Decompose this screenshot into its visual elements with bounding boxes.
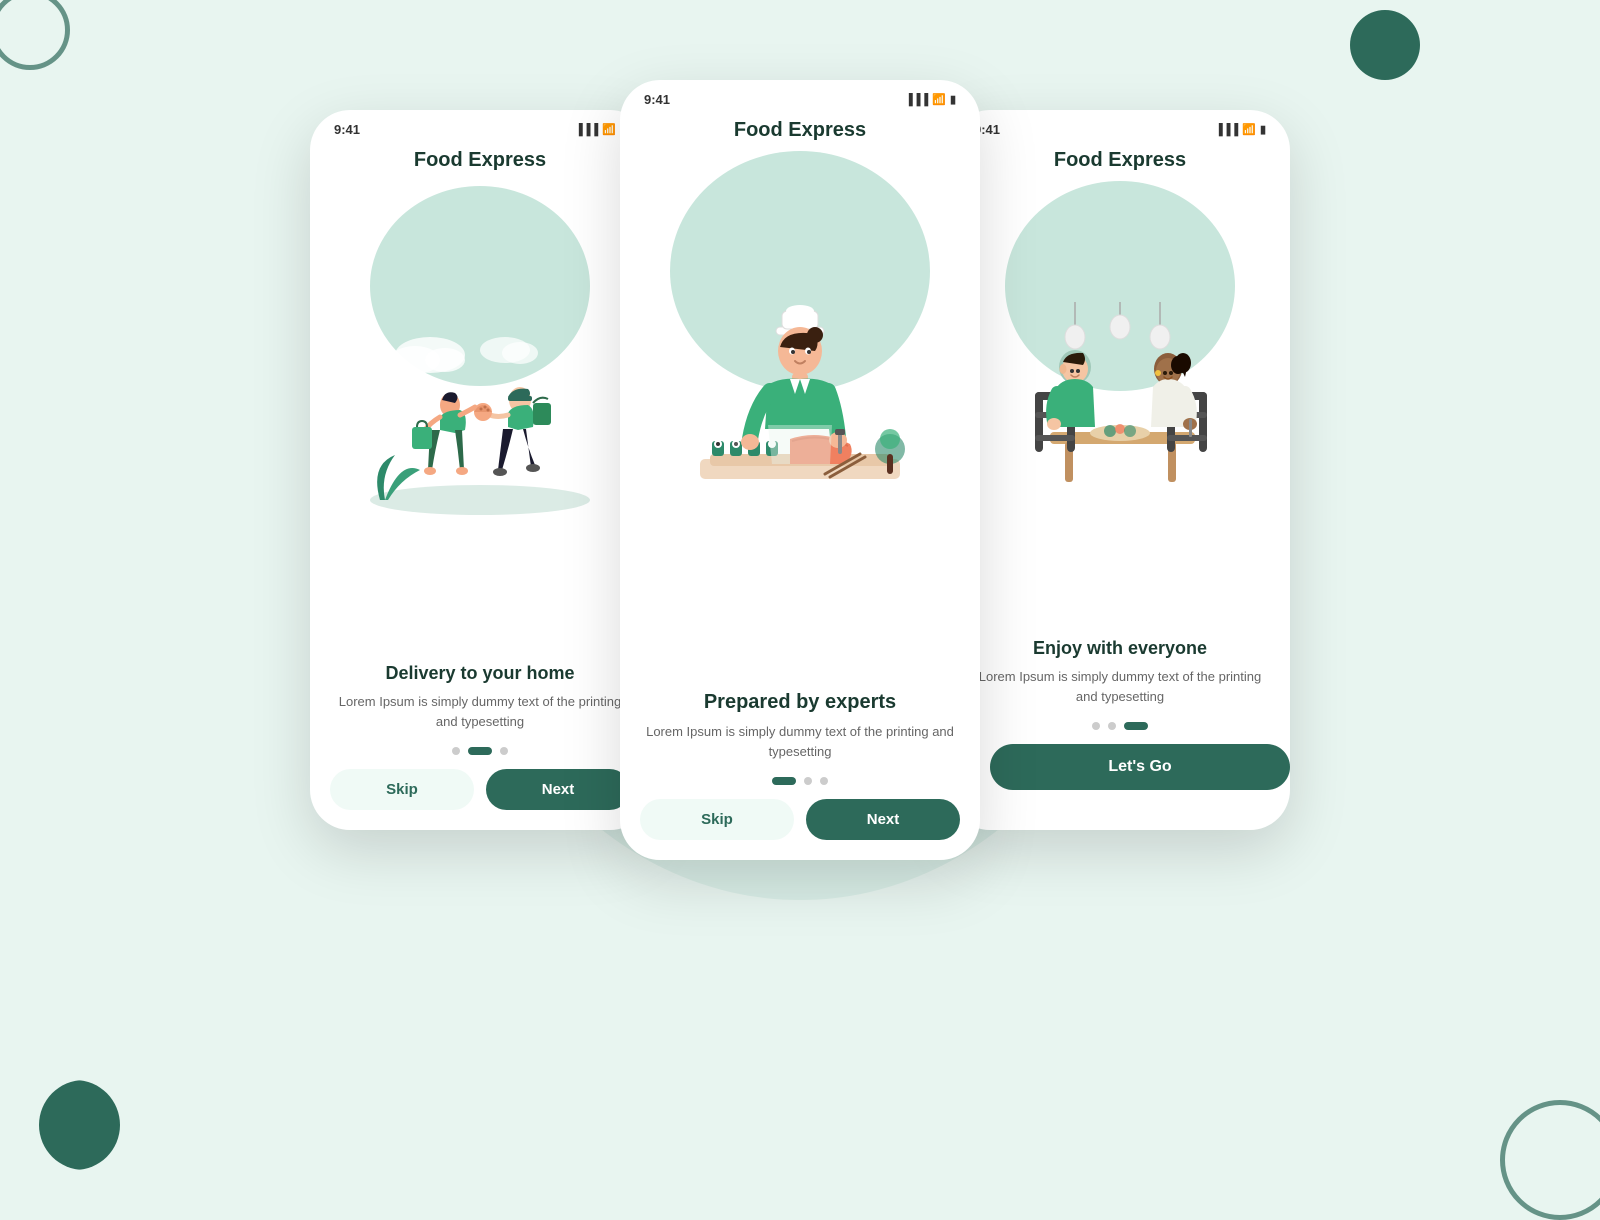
status-time-center: 9:41	[644, 92, 670, 107]
next-button-left[interactable]: Next	[486, 769, 630, 810]
text-section-center: Prepared by experts Lorem Ipsum is simpl…	[620, 681, 980, 767]
phone-slide-2: 9:41 ▐▐▐ 📶 ▮ Food Express	[310, 110, 650, 830]
illustration-delivery	[310, 176, 650, 653]
letsgo-button[interactable]: Let's Go	[990, 744, 1290, 790]
dot-2-left	[468, 747, 492, 755]
illustration-dining	[950, 176, 1290, 628]
status-icons-right: ▐▐▐ 📶 ▮	[1215, 123, 1266, 136]
bg-decoration-bottom-right	[1500, 1100, 1600, 1220]
dots-right	[950, 712, 1290, 736]
dot-2-center	[804, 777, 812, 785]
dot-3-center	[820, 777, 828, 785]
skip-button-center[interactable]: Skip	[640, 799, 794, 840]
text-section-right: Enjoy with everyone Lorem Ipsum is simpl…	[950, 628, 1290, 712]
phone-slide-3: 9:41 ▐▐▐ 📶 ▮ Food Express	[950, 110, 1290, 830]
dot-1-left	[452, 747, 460, 755]
battery-icon-center: ▮	[950, 93, 956, 106]
app-title-left: Food Express	[310, 141, 650, 176]
text-section-left: Delivery to your home Lorem Ipsum is sim…	[310, 653, 650, 737]
signal-icon: ▐▐▐	[575, 124, 598, 136]
dot-2-right	[1108, 722, 1116, 730]
status-icons-center: ▐▐▐ 📶 ▮	[905, 93, 956, 106]
status-icons-left: ▐▐▐ 📶 ▮	[575, 123, 626, 136]
signal-icon-center: ▐▐▐	[905, 94, 928, 106]
dots-center	[620, 767, 980, 791]
card-title-right: Enjoy with everyone	[974, 638, 1266, 659]
app-title-right: Food Express	[950, 141, 1290, 176]
card-title-center: Prepared by experts	[644, 691, 956, 714]
dot-1-right	[1092, 722, 1100, 730]
app-title-center: Food Express	[620, 111, 980, 146]
letsgo-wrapper: Let's Go	[950, 736, 1290, 830]
battery-icon-right: ▮	[1260, 123, 1266, 136]
status-time-left: 9:41	[334, 122, 360, 137]
status-bar-right: 9:41 ▐▐▐ 📶 ▮	[950, 110, 1290, 141]
dots-left	[310, 737, 650, 761]
status-bar-left: 9:41 ▐▐▐ 📶 ▮	[310, 110, 650, 141]
card-desc-center: Lorem Ipsum is simply dummy text of the …	[644, 722, 956, 761]
chef-illustration	[660, 299, 940, 529]
next-button-center[interactable]: Next	[806, 799, 960, 840]
delivery-illustration	[350, 315, 610, 515]
phones-container: 9:41 ▐▐▐ 📶 ▮ Food Express	[310, 80, 1290, 860]
signal-icon-right: ▐▐▐	[1215, 124, 1238, 136]
card-desc-left: Lorem Ipsum is simply dummy text of the …	[334, 692, 626, 731]
bg-decoration-top-left	[0, 0, 70, 70]
wifi-icon-center: 📶	[932, 93, 946, 106]
dot-3-left	[500, 747, 508, 755]
dining-illustration	[985, 297, 1255, 507]
bg-decoration-top-right	[1350, 10, 1420, 80]
dot-1-center	[772, 777, 796, 785]
dot-3-right	[1124, 722, 1148, 730]
wifi-icon-right: 📶	[1242, 123, 1256, 136]
btn-row-left: Skip Next	[310, 761, 650, 830]
card-desc-right: Lorem Ipsum is simply dummy text of the …	[974, 667, 1266, 706]
phone-slide-1: 9:41 ▐▐▐ 📶 ▮ Food Express	[620, 80, 980, 860]
bg-decoration-bottom-left	[30, 1080, 120, 1170]
status-bar-center: 9:41 ▐▐▐ 📶 ▮	[620, 80, 980, 111]
illustration-chef	[620, 146, 980, 681]
wifi-icon: 📶	[602, 123, 616, 136]
skip-button-left[interactable]: Skip	[330, 769, 474, 810]
card-title-left: Delivery to your home	[334, 663, 626, 684]
btn-row-center: Skip Next	[620, 791, 980, 860]
